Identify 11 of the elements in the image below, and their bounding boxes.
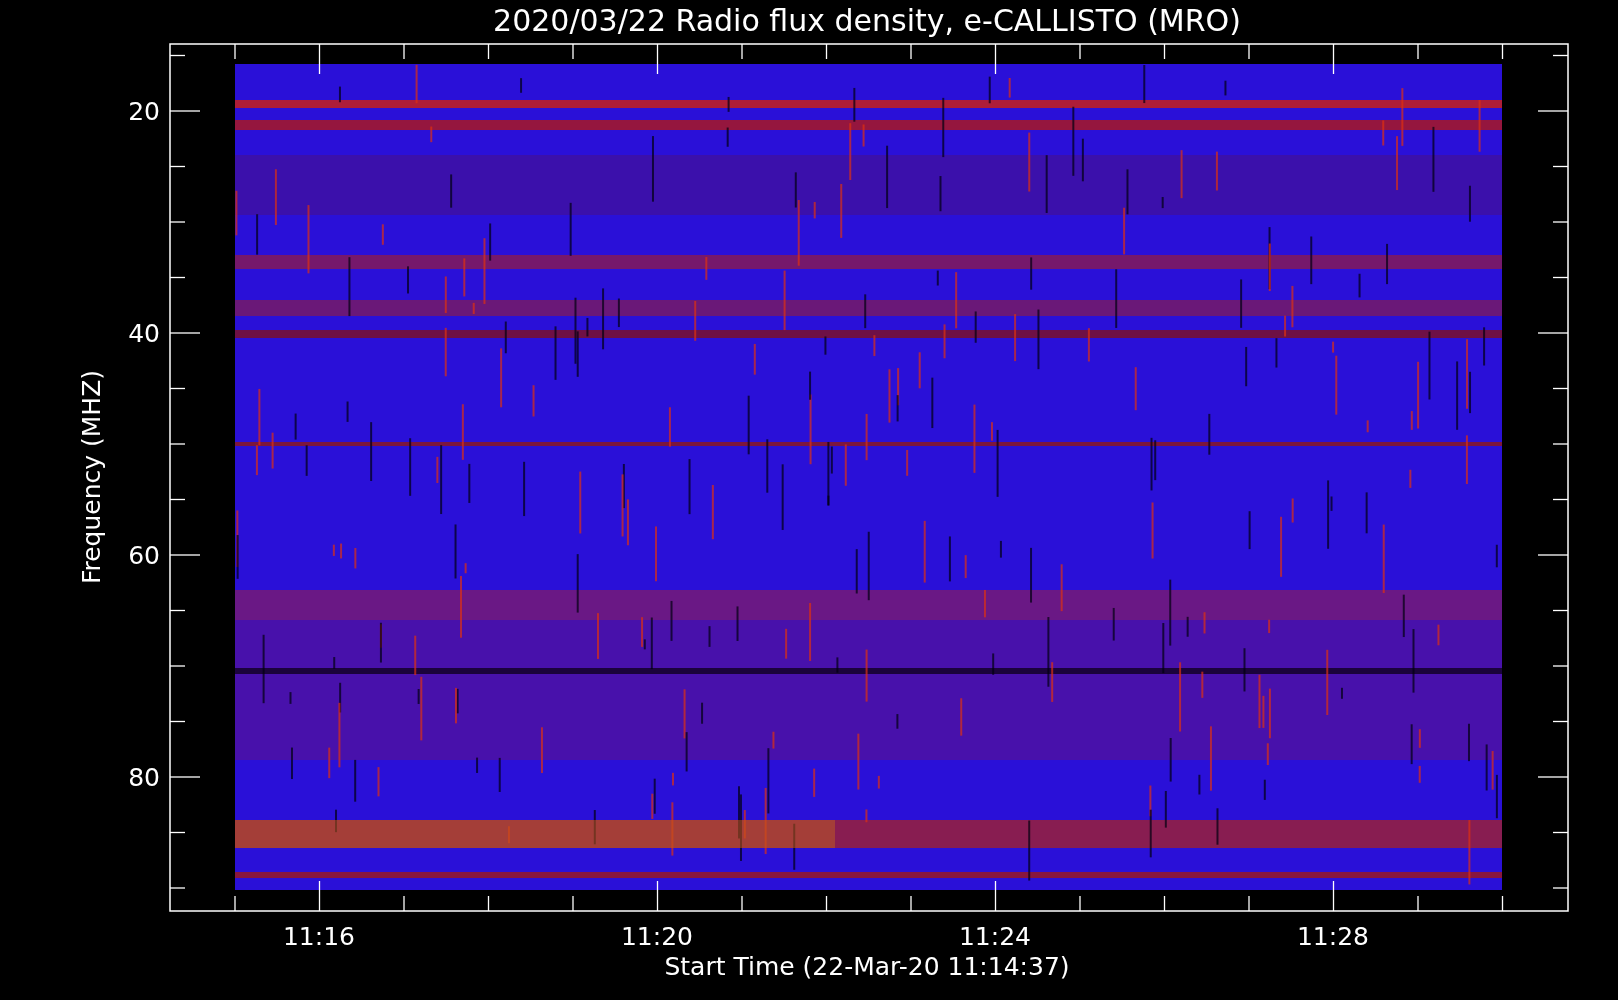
x-tick-label: 11:24 — [959, 922, 1031, 951]
x-tick-label: 11:28 — [1297, 922, 1369, 951]
x-tick-label: 11:16 — [283, 922, 355, 951]
chart-title: 2020/03/22 Radio flux density, e-CALLISTO (MRO) — [493, 3, 1241, 38]
y-axis-label: Frequency (MHZ) — [77, 369, 106, 585]
x-axis-label: Start Time (22-Mar-20 11:14:37) — [664, 952, 1070, 981]
y-tick-label: 80 — [128, 763, 160, 792]
y-tick-label: 60 — [128, 541, 160, 570]
y-tick-label: 20 — [128, 97, 160, 126]
y-tick-label: 40 — [128, 319, 160, 348]
x-tick-label: 11:20 — [621, 922, 693, 951]
